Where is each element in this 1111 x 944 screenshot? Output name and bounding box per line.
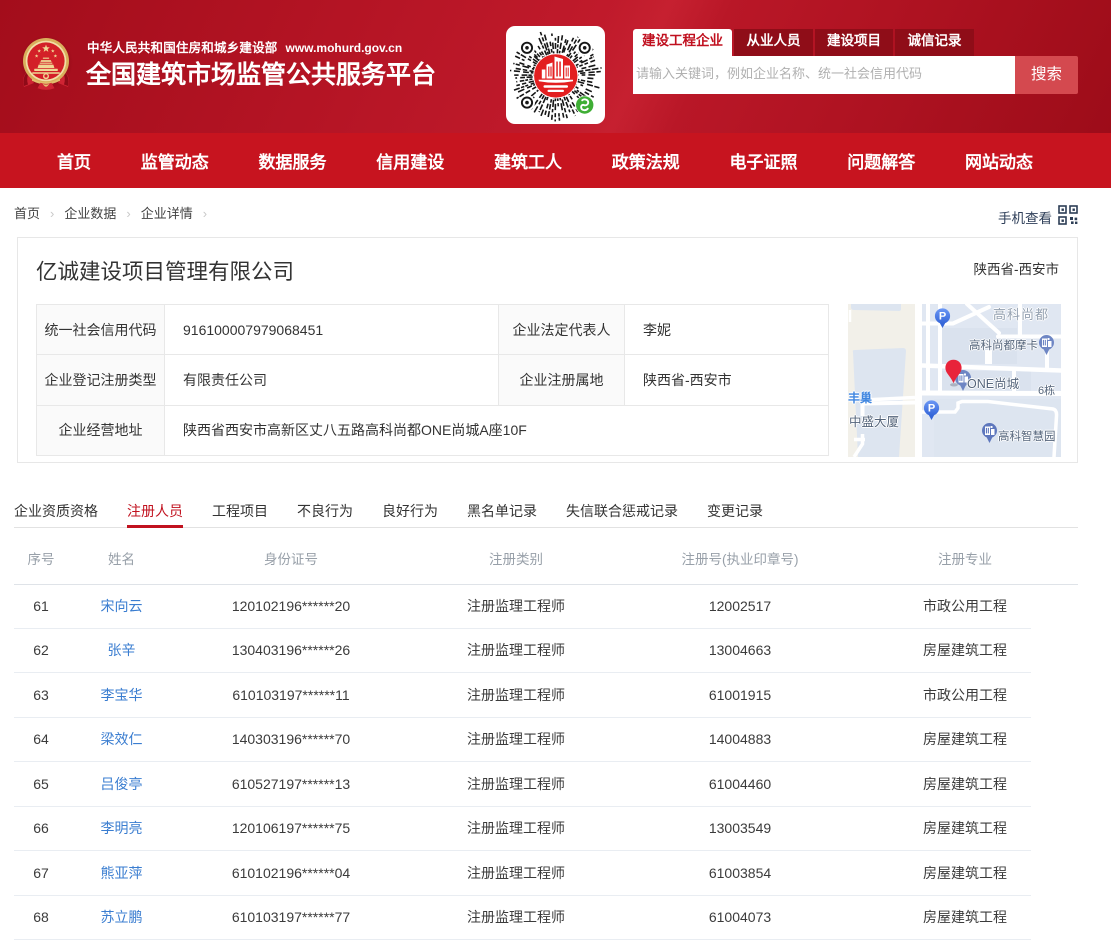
svg-text:P: P	[928, 403, 935, 415]
svg-text:P: P	[939, 311, 946, 323]
